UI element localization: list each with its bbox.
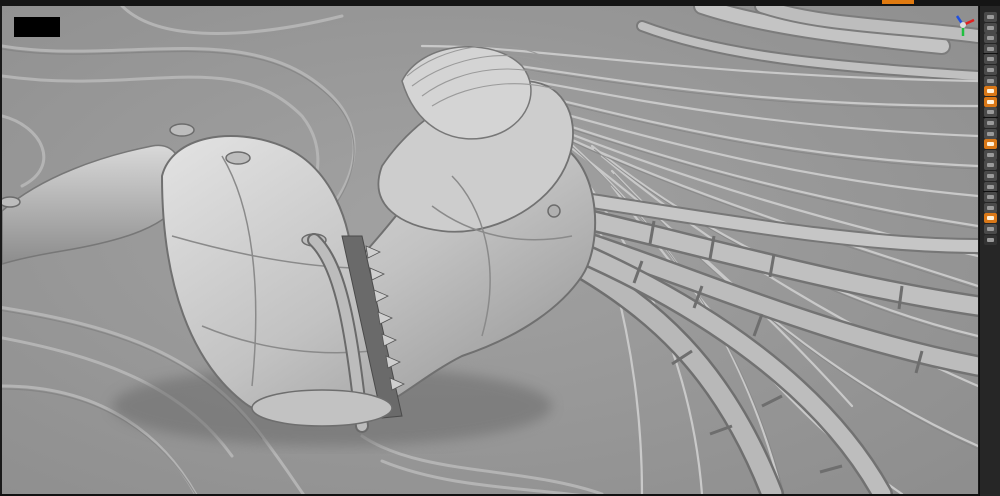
frame-icon: [987, 57, 994, 62]
edit-icon: [987, 195, 994, 200]
shelf-button-scale[interactable]: [984, 181, 997, 192]
draw-pointer-icon: [987, 174, 994, 178]
gizmo-svg[interactable]: [951, 12, 977, 38]
shelf-button-draw[interactable]: [984, 171, 997, 181]
solo-icon: [987, 131, 994, 136]
subtool-icon: [987, 205, 994, 210]
shelf-button-lsym[interactable]: [984, 160, 997, 171]
gizmo-center: [960, 22, 966, 28]
ghost-icon: [987, 121, 994, 125]
shelf-button-frame[interactable]: [984, 54, 997, 65]
polyframe-icon: [987, 99, 994, 104]
zoom-icon: [987, 78, 994, 83]
shelf-button-ghost[interactable]: [984, 118, 997, 128]
right-tool-shelf: [979, 6, 1000, 496]
subtool-icon: [987, 237, 994, 242]
perspective-icon: [987, 15, 994, 19]
shelf-button-sub1[interactable]: [984, 202, 997, 213]
xpose-icon: [987, 142, 994, 147]
floor-grid-icon: [987, 25, 994, 30]
shelf-button-sub2[interactable]: [984, 213, 997, 224]
zbrush-window: [0, 0, 1000, 496]
shelf-button-polyf[interactable]: [984, 96, 997, 107]
sculpt-viewport[interactable]: [2, 6, 978, 494]
shelf-button-zoom[interactable]: [984, 75, 997, 86]
shelf-button-transp[interactable]: [984, 107, 997, 118]
symmetry-icon: [987, 163, 994, 168]
shelf-button-sub3[interactable]: [984, 224, 997, 234]
active-menu-tab[interactable]: [882, 0, 914, 4]
shelf-separator: [983, 53, 998, 55]
shelf-button-move[interactable]: [984, 65, 997, 75]
figure-foot: [251, 389, 393, 427]
scale-icon: [987, 184, 994, 189]
shelf-button-sub4[interactable]: [984, 234, 997, 245]
spotlight-icon: [987, 152, 994, 157]
redacted-label: [14, 17, 60, 37]
shelf-separator: [983, 117, 998, 118]
shelf-button-edit[interactable]: [984, 192, 997, 203]
shelf-button-rotate[interactable]: [984, 86, 997, 97]
rotate-icon: [987, 89, 994, 94]
shelf-button-floor[interactable]: [984, 22, 997, 33]
sculpt-render[interactable]: [2, 6, 978, 494]
shelf-button-xyz[interactable]: [984, 43, 997, 54]
shelf-separator: [983, 191, 998, 193]
xyz-axis-icon: [987, 46, 994, 51]
shelf-button-xpose[interactable]: [984, 139, 997, 150]
shelf-button-spot[interactable]: [984, 149, 997, 160]
shelf-button-local[interactable]: [984, 33, 997, 44]
transparency-icon: [987, 110, 994, 115]
shelf-button-solo[interactable]: [984, 128, 997, 139]
shelf-button-persp[interactable]: [984, 12, 997, 22]
move-icon: [987, 68, 994, 72]
local-symmetry-icon: [987, 36, 994, 41]
subtool-icon: [987, 227, 994, 231]
axis-gizmo[interactable]: [951, 12, 977, 38]
subtool-icon: [987, 216, 994, 221]
